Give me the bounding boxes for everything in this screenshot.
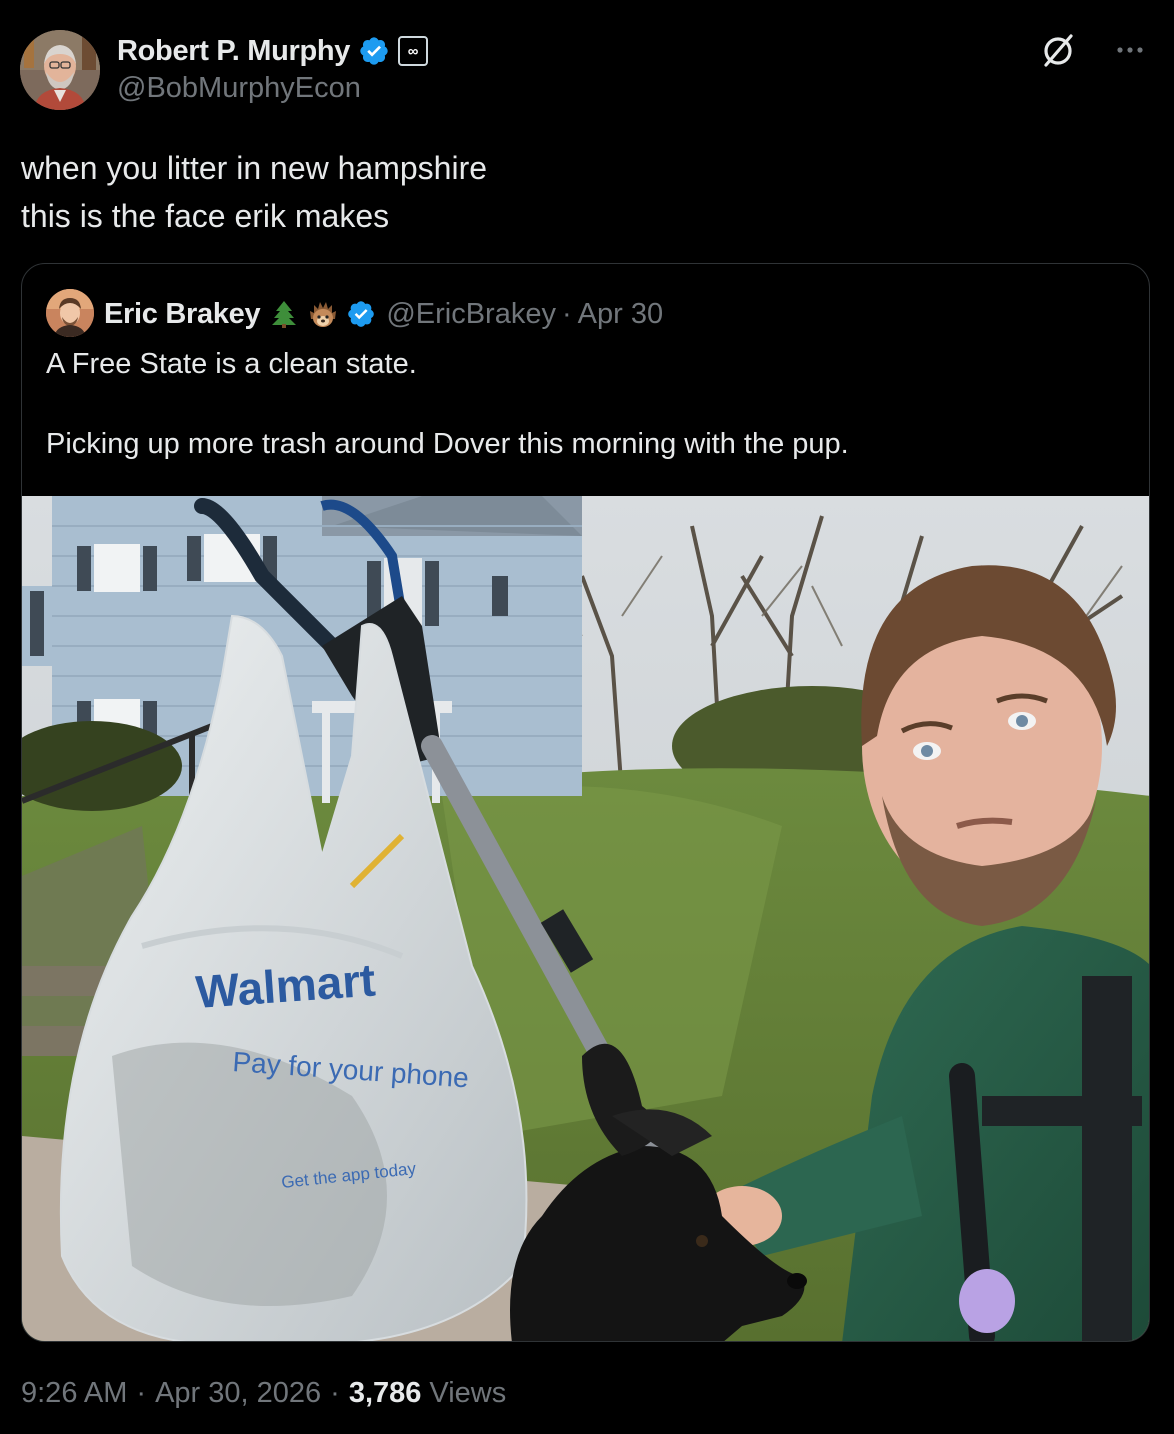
tweet: Robert P. Murphy ∞ @BobMurphyEcon when y… xyxy=(0,0,1174,1434)
grok-icon[interactable] xyxy=(1038,30,1078,70)
tweet-time[interactable]: 9:26 AM xyxy=(21,1377,127,1410)
quoted-date[interactable]: Apr 30 xyxy=(578,298,663,331)
separator-dot: · xyxy=(330,1377,340,1409)
tweet-metadata: 9:26 AM · Apr 30, 2026 · 3,786 Views xyxy=(21,1377,506,1410)
verified-badge-icon[interactable] xyxy=(358,35,390,67)
evergreen-tree-icon xyxy=(269,299,299,329)
author-avatar[interactable] xyxy=(20,30,100,110)
views-label: Views xyxy=(429,1377,507,1409)
quoted-author-avatar[interactable] xyxy=(46,289,94,337)
hedgehog-icon xyxy=(308,299,338,329)
quoted-header: Eric Brakey @EricBrakey · Apr 30 xyxy=(104,294,663,334)
author-name-row: Robert P. Murphy ∞ xyxy=(117,31,429,71)
quoted-text: A Free State is a clean state. Picking u… xyxy=(46,344,849,464)
quoted-tweet[interactable]: Eric Brakey @EricBrakey · Apr 30 A Free … xyxy=(21,263,1150,1342)
quoted-handle[interactable]: @EricBrakey xyxy=(386,298,556,331)
quoted-paragraph: A Free State is a clean state. xyxy=(46,348,417,380)
tweet-date[interactable]: Apr 30, 2026 xyxy=(155,1377,321,1410)
separator-dot: · xyxy=(561,297,572,330)
quoted-photo[interactable]: Walmart Pay for your phone Get the app t… xyxy=(22,496,1149,1341)
separator-dot: · xyxy=(136,1377,147,1409)
more-options-icon[interactable] xyxy=(1112,35,1148,65)
author-display-name[interactable]: Robert P. Murphy xyxy=(117,35,350,68)
affiliate-badge-icon[interactable]: ∞ xyxy=(398,36,429,66)
tweet-text: when you litter in new hampshire this is… xyxy=(21,144,487,240)
tweet-text-line: when you litter in new hampshire xyxy=(21,150,488,186)
tweet-text-line: this is the face erik makes xyxy=(21,198,390,234)
views-count[interactable]: 3,786 xyxy=(349,1377,422,1410)
quoted-paragraph: Picking up more trash around Dover this … xyxy=(46,428,849,460)
quoted-display-name[interactable]: Eric Brakey xyxy=(104,298,261,331)
quoted-verified-badge-icon[interactable] xyxy=(346,299,376,329)
author-handle[interactable]: @BobMurphyEcon xyxy=(117,72,361,105)
